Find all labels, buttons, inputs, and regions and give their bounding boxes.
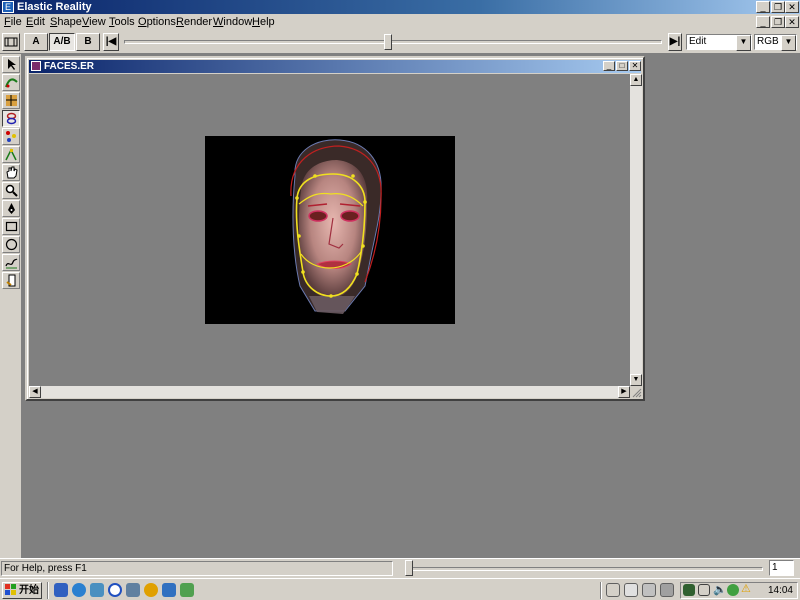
taskbar: 开始 🔈 ⚠ 14:04 [0, 578, 800, 600]
go-end-icon[interactable]: ▶| [668, 33, 682, 51]
network-icon[interactable] [180, 583, 194, 597]
start-label: 开始 [19, 585, 39, 596]
channel-value: RGB [757, 36, 779, 47]
start-button[interactable]: 开始 [2, 582, 42, 599]
scroll-left-icon[interactable]: ◀ [29, 386, 41, 398]
scroll-up-icon[interactable]: ▲ [630, 74, 642, 86]
taskbar-divider [600, 582, 602, 599]
frame-slider-track[interactable] [405, 567, 763, 571]
doc-window-minimize-button[interactable]: _ [603, 61, 615, 71]
face-image[interactable] [205, 136, 455, 324]
language-icon[interactable] [698, 584, 710, 596]
scroll-right-icon[interactable]: ▶ [618, 386, 630, 398]
status-bar: For Help, press F1 1 [0, 558, 800, 578]
desktop-icon[interactable] [54, 583, 68, 597]
pointer-icon[interactable] [2, 56, 20, 73]
media-icon[interactable] [144, 583, 158, 597]
zoom-icon[interactable] [2, 182, 20, 199]
update-icon[interactable] [727, 584, 739, 596]
chevron-down-icon[interactable]: ▼ [736, 35, 751, 51]
mode-value: Edit [689, 36, 707, 47]
rectangle-icon[interactable] [2, 218, 20, 235]
mode-select[interactable]: Edit ▼ [686, 34, 752, 51]
doc-window-maximize-button[interactable]: □ [616, 61, 628, 71]
volume-icon[interactable]: 🔈 [713, 584, 727, 597]
document-icon[interactable] [31, 61, 41, 71]
system-tray: 🔈 ⚠ 14:04 [680, 582, 798, 599]
pen-icon[interactable] [2, 200, 20, 217]
edit-icon[interactable] [2, 146, 20, 163]
horizontal-scrollbar[interactable]: ◀ ▶ [29, 386, 630, 398]
view-b-button[interactable]: B [76, 33, 100, 51]
menu-bar: File Edit Shape View Tools Options Rende… [0, 14, 800, 30]
transform-icon[interactable] [2, 272, 20, 289]
menu-file[interactable]: File [4, 14, 22, 30]
vertical-scrollbar[interactable]: ▲ ▼ [630, 74, 642, 386]
minimize-button[interactable]: _ [756, 1, 770, 13]
filmstrip-icon[interactable] [2, 33, 20, 51]
clock-app-icon[interactable] [108, 583, 122, 597]
tray-app-icon[interactable] [683, 584, 695, 596]
doc-close-button[interactable]: ✕ [785, 16, 799, 28]
menu-options[interactable]: Options [138, 14, 176, 30]
taskbar-divider [47, 582, 49, 599]
tool-palette [0, 54, 22, 558]
menu-render[interactable]: Render [176, 14, 212, 30]
doc-restore-button[interactable]: ❐ [771, 16, 785, 28]
view-a-button[interactable]: A [24, 33, 48, 51]
menu-shape[interactable]: Shape [50, 14, 82, 30]
messenger-icon[interactable] [162, 583, 176, 597]
close-button[interactable]: ✕ [785, 1, 799, 13]
go-start-icon[interactable]: |◀ [103, 33, 119, 51]
menu-edit[interactable]: Edit [26, 14, 45, 30]
shape-icon[interactable] [2, 74, 20, 91]
folder-icon[interactable] [606, 583, 620, 597]
explorer-icon[interactable] [90, 583, 104, 597]
menu-tools[interactable]: Tools [109, 14, 135, 30]
resize-grip-icon[interactable] [630, 386, 642, 398]
document-title-bar[interactable]: FACES.ER _ □ ✕ [29, 60, 641, 73]
channel-select[interactable]: RGB ▼ [754, 34, 797, 51]
menu-help[interactable]: Help [252, 14, 275, 30]
doc-window-close-button[interactable]: ✕ [629, 61, 641, 71]
menu-view[interactable]: View [82, 14, 106, 30]
restore-button[interactable]: ❐ [771, 1, 785, 13]
point-icon[interactable] [2, 128, 20, 145]
document-title: FACES.ER [44, 61, 95, 72]
app-title: Elastic Reality [17, 1, 92, 13]
oval-icon[interactable] [2, 236, 20, 253]
doc-minimize-button[interactable]: _ [756, 16, 770, 28]
app-shortcut-icon[interactable] [126, 583, 140, 597]
app-icon[interactable]: E [2, 1, 14, 13]
warning-icon[interactable]: ⚠ [741, 583, 751, 596]
frame-number-field[interactable]: 1 [769, 560, 794, 576]
title-bar: E Elastic Reality _ ❐ ✕ [0, 0, 800, 14]
hand-icon[interactable] [2, 164, 20, 181]
timeline-track[interactable] [124, 40, 662, 44]
document-canvas[interactable] [29, 74, 630, 386]
clock[interactable]: 14:04 [768, 583, 793, 598]
status-text: For Help, press F1 [1, 561, 393, 576]
document-window: FACES.ER _ □ ✕ ▲ ▼ ◀ ▶ [25, 56, 645, 401]
printer-icon[interactable] [642, 583, 656, 597]
menu-window[interactable]: Window [213, 14, 252, 30]
view-ab-button[interactable]: A/B [49, 33, 75, 51]
browser-icon[interactable] [72, 583, 86, 597]
timeline-thumb[interactable] [383, 34, 392, 50]
scroll-down-icon[interactable]: ▼ [630, 374, 642, 386]
toolbar: A A/B B |◀ ▶| Edit ▼ RGB ▼ [0, 30, 800, 54]
link-icon[interactable] [2, 110, 20, 127]
program-icon[interactable] [660, 583, 674, 597]
correspondence-icon[interactable] [2, 92, 20, 109]
drive-icon[interactable] [624, 583, 638, 597]
freehand-icon[interactable] [2, 254, 20, 271]
chevron-down-icon[interactable]: ▼ [781, 35, 796, 51]
frame-slider-thumb[interactable] [405, 560, 413, 576]
